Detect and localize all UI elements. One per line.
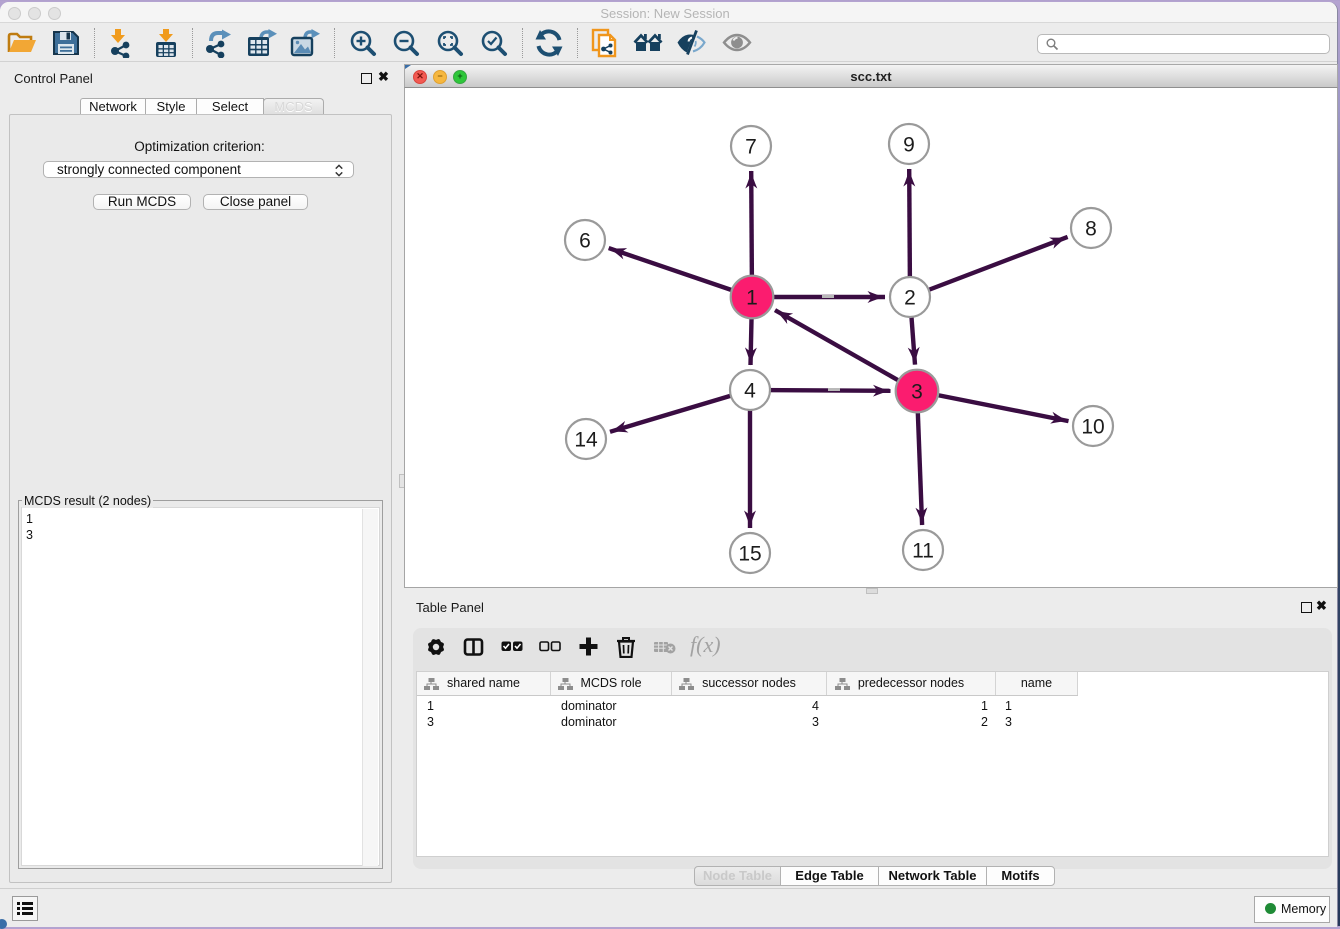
svg-text:11: 11 <box>912 540 934 563</box>
svg-text:2: 2 <box>904 287 916 310</box>
svg-text:14: 14 <box>574 429 598 452</box>
svg-text:10: 10 <box>1081 416 1104 439</box>
svg-text:4: 4 <box>744 380 756 403</box>
svg-text:7: 7 <box>745 136 757 159</box>
svg-text:6: 6 <box>579 230 591 253</box>
svg-text:8: 8 <box>1085 218 1097 241</box>
svg-text:15: 15 <box>738 543 761 566</box>
svg-text:3: 3 <box>911 381 923 404</box>
svg-text:1: 1 <box>746 287 758 310</box>
svg-text:9: 9 <box>903 134 915 157</box>
